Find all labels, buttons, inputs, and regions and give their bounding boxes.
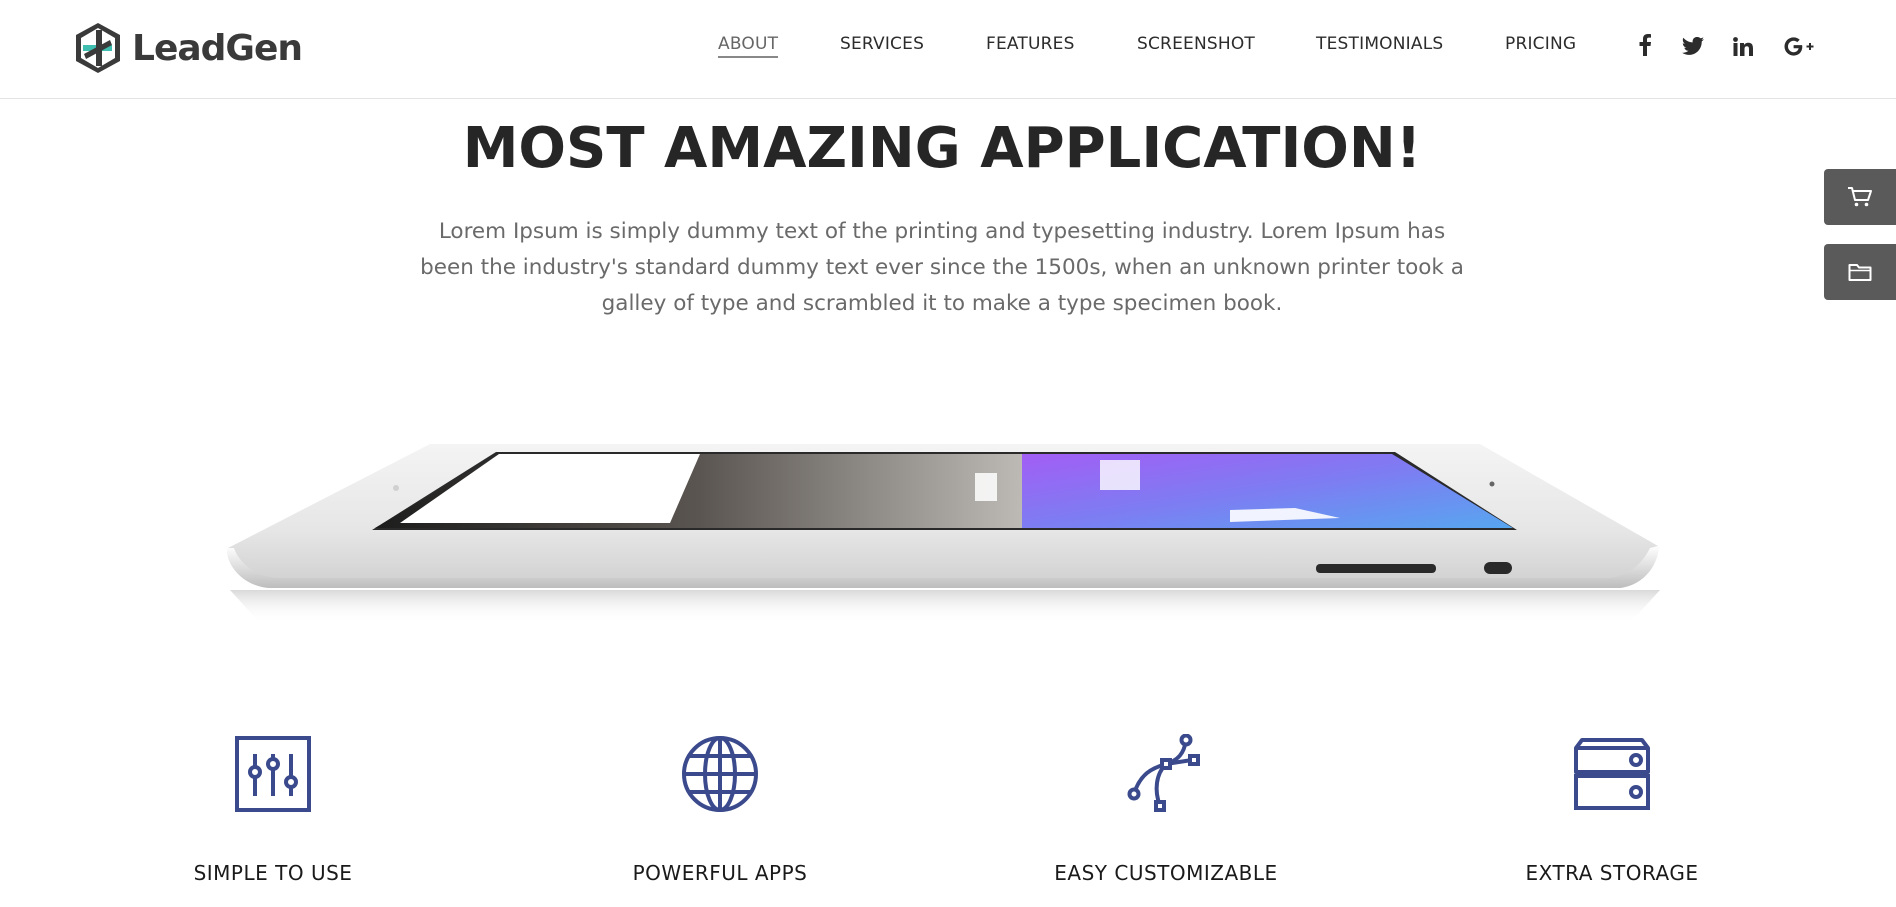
twitter-icon[interactable] <box>1682 37 1704 63</box>
cart-icon <box>1848 187 1872 207</box>
folder-icon <box>1848 264 1872 281</box>
logo[interactable]: LeadGen <box>72 21 303 75</box>
bezier-curve-icon <box>1127 734 1200 812</box>
nav-item-services[interactable]: SERVICES <box>840 34 924 54</box>
tablet-image <box>227 444 1660 623</box>
nav-item-screenshot[interactable]: SCREENSHOT <box>1137 34 1255 54</box>
feature-powerful-apps: POWERFUL APPS <box>540 734 900 885</box>
nav-item-testimonials[interactable]: TESTIMONIALS <box>1316 34 1443 54</box>
nav-item-about[interactable]: ABOUT <box>718 34 779 58</box>
linkedin-icon[interactable] <box>1733 37 1753 63</box>
feature-title: SIMPLE TO USE <box>193 861 353 885</box>
nav-item-pricing[interactable]: PRICING <box>1505 34 1576 54</box>
feature-easy-customizable: EASY CUSTOMIZABLE <box>986 734 1346 885</box>
folder-button[interactable] <box>1824 244 1896 300</box>
logo-icon <box>76 23 120 73</box>
nav-item-features[interactable]: FEATURES <box>986 34 1075 54</box>
site-header: LeadGen ABOUT SERVICES FEATURES SCREENSH… <box>0 0 1896 99</box>
facebook-icon[interactable] <box>1638 34 1652 60</box>
feature-extra-storage: EXTRA STORAGE <box>1432 734 1792 885</box>
brand-name: LeadGen <box>132 27 303 69</box>
feature-simple-to-use: SIMPLE TO USE <box>93 734 453 885</box>
feature-title: EASY CUSTOMIZABLE <box>1054 861 1278 885</box>
feature-title: POWERFUL APPS <box>632 861 808 885</box>
hero-text: Lorem Ipsum is simply dummy text of the … <box>420 219 1464 316</box>
feature-title: EXTRA STORAGE <box>1525 861 1699 885</box>
globe-icon <box>682 736 758 812</box>
server-icon <box>1574 738 1650 810</box>
google-plus-icon[interactable] <box>1784 37 1814 63</box>
sliders-icon <box>235 736 311 812</box>
hero-title: MOST AMAZING APPLICATION! <box>462 116 1422 181</box>
